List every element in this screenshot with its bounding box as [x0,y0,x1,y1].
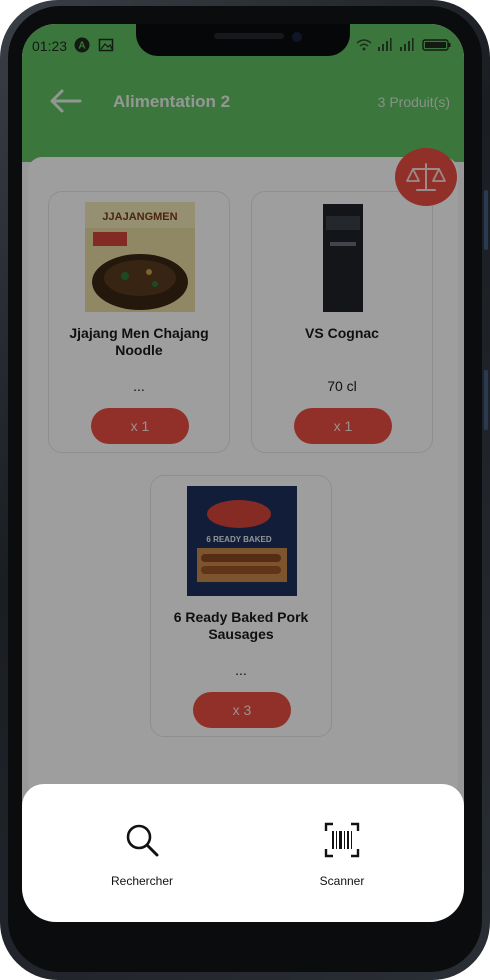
scan-action[interactable]: Scanner [272,822,412,892]
barcode-scan-icon [324,822,360,858]
phone-frame: 01:23 A Alimentation 2 3 Produit(s) JJAJ… [0,0,490,980]
bottom-sheet: Rechercher Scanner [22,784,464,922]
search-label: Rechercher [110,874,174,888]
search-icon [126,824,159,857]
scan-label: Scanner [319,874,365,888]
power-button [484,370,488,430]
screen: 01:23 A Alimentation 2 3 Produit(s) JJAJ… [22,24,464,922]
volume-button [484,190,488,250]
search-action[interactable]: Rechercher [72,822,212,892]
